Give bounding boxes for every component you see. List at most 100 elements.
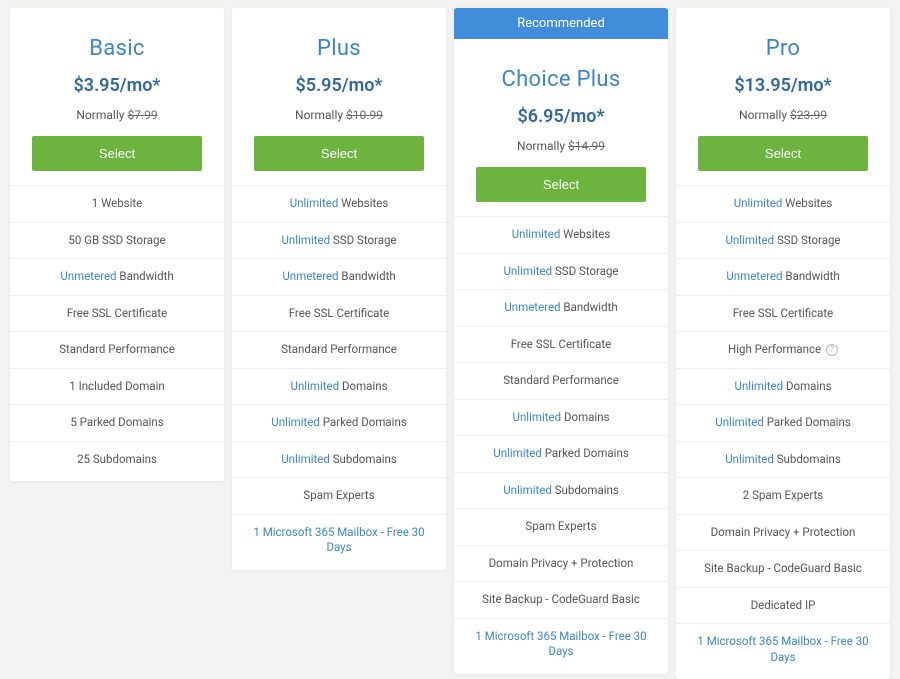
plan-card-choice-plus: RecommendedChoice Plus$6.95/mo*Normally … xyxy=(454,8,668,674)
feature-text: Subdomains xyxy=(552,483,619,497)
feature-highlight: Unmetered xyxy=(60,269,116,283)
feature-highlight-full: 1 Microsoft 365 Mailbox - Free 30 Days xyxy=(697,634,868,664)
feature-text: Domains xyxy=(783,379,831,393)
plan-normal-price: Normally $23.99 xyxy=(690,108,876,122)
feature-text: Parked Domains xyxy=(764,415,851,429)
select-button[interactable]: Select xyxy=(32,136,202,171)
feature-list: Unlimited WebsitesUnlimited SSD StorageU… xyxy=(232,185,446,570)
feature-item: Site Backup - CodeGuard Basic xyxy=(454,581,668,618)
plan-price: $13.95/mo* xyxy=(690,75,876,96)
feature-item: Unmetered Bandwidth xyxy=(10,258,224,295)
plan-card-basic: Basic$3.95/mo*Normally $7.99Select1 Webs… xyxy=(10,8,224,481)
feature-highlight: Unlimited xyxy=(725,452,774,466)
plan-price: $5.95/mo* xyxy=(246,75,432,96)
feature-item: 1 Microsoft 365 Mailbox - Free 30 Days xyxy=(454,618,668,670)
feature-item: Unlimited Subdomains xyxy=(232,441,446,478)
plan-normal-price: Normally $7.99 xyxy=(24,108,210,122)
feature-item: Unlimited Domains xyxy=(454,399,668,436)
feature-text: Free SSL Certificate xyxy=(289,306,390,320)
feature-item: Standard Performance xyxy=(454,362,668,399)
normally-label: Normally xyxy=(517,139,565,153)
normally-label: Normally xyxy=(76,108,124,122)
feature-text: 2 Spam Experts xyxy=(743,488,823,502)
feature-highlight: Unlimited xyxy=(512,227,561,241)
feature-text: Site Backup - CodeGuard Basic xyxy=(482,592,640,606)
feature-item: Unlimited Websites xyxy=(676,185,890,222)
normal-price-value: $23.99 xyxy=(790,108,827,122)
plan-card-plus: Plus$5.95/mo*Normally $10.99SelectUnlimi… xyxy=(232,8,446,570)
feature-item: Unlimited Parked Domains xyxy=(232,404,446,441)
feature-text: Domain Privacy + Protection xyxy=(489,556,634,570)
feature-highlight: Unlimited xyxy=(281,452,330,466)
feature-text: Standard Performance xyxy=(59,342,175,356)
feature-item: Unlimited Domains xyxy=(676,368,890,405)
normal-price-value: $7.99 xyxy=(127,108,157,122)
feature-highlight-full: 1 Microsoft 365 Mailbox - Free 30 Days xyxy=(475,629,646,659)
feature-item: Unlimited SSD Storage xyxy=(454,253,668,290)
feature-highlight: Unmetered xyxy=(282,269,338,283)
feature-item: Unmetered Bandwidth xyxy=(454,289,668,326)
plan-head: Pro $13.95/mo* Normally $23.99 Select xyxy=(676,8,890,185)
plan-price: $3.95/mo* xyxy=(24,75,210,96)
feature-item: Dedicated IP xyxy=(676,587,890,624)
feature-text: Free SSL Certificate xyxy=(511,337,612,351)
feature-list: Unlimited WebsitesUnlimited SSD StorageU… xyxy=(676,185,890,679)
feature-text: Subdomains xyxy=(330,452,397,466)
feature-text: 1 Included Domain xyxy=(69,379,164,393)
feature-highlight: Unlimited xyxy=(281,233,330,247)
feature-item: Unlimited Websites xyxy=(232,185,446,222)
feature-item: Unlimited Websites xyxy=(454,216,668,253)
plan-head: Choice Plus$6.95/mo*Normally $14.99Selec… xyxy=(454,39,668,216)
feature-item: Spam Experts xyxy=(232,477,446,514)
select-button[interactable]: Select xyxy=(254,136,424,171)
feature-text: Standard Performance xyxy=(281,342,397,356)
feature-list: 1 Website 50 GB SSD Storage Unmetered Band… xyxy=(10,185,224,481)
feature-text: SSD Storage xyxy=(330,233,396,247)
select-button[interactable]: Select xyxy=(698,136,868,171)
feature-list: Unlimited WebsitesUnlimited SSD StorageU… xyxy=(454,216,668,674)
feature-highlight: Unlimited xyxy=(290,379,339,393)
feature-highlight: Unlimited xyxy=(271,415,320,429)
feature-highlight: Unmetered xyxy=(504,300,560,314)
feature-item: 50 GB SSD Storage xyxy=(10,222,224,259)
plan-name: Pro xyxy=(690,36,876,61)
feature-item: Standard Performance xyxy=(232,331,446,368)
plan-head: Basic$3.95/mo*Normally $7.99Select xyxy=(10,8,224,185)
feature-text: Bandwidth xyxy=(561,300,618,314)
feature-text: Bandwidth xyxy=(783,269,840,283)
feature-item: 1 Microsoft 365 Mailbox - Free 30 Days xyxy=(232,514,446,566)
plan-head: Plus$5.95/mo*Normally $10.99Select xyxy=(232,8,446,185)
feature-item: 1 Included Domain xyxy=(10,368,224,405)
feature-text: 50 GB SSD Storage xyxy=(68,233,165,247)
feature-item: Unlimited SSD Storage xyxy=(232,222,446,259)
feature-highlight: Unlimited xyxy=(290,196,339,210)
feature-text: Subdomains xyxy=(774,452,841,466)
feature-text: Parked Domains xyxy=(542,446,629,460)
feature-item: Unlimited Subdomains xyxy=(454,472,668,509)
feature-item: 25 Subdomains xyxy=(10,441,224,478)
plan-normal-price: Normally $10.99 xyxy=(246,108,432,122)
feature-text: Spam Experts xyxy=(303,488,374,502)
feature-item: Domain Privacy + Protection xyxy=(676,514,890,551)
feature-highlight: Unlimited xyxy=(512,410,561,424)
pricing-grid: Basic$3.95/mo*Normally $7.99Select1 Webs… xyxy=(10,8,890,679)
feature-item: Free SSL Certificate xyxy=(454,326,668,363)
feature-highlight: Unmetered xyxy=(726,269,782,283)
recommended-banner: Recommended xyxy=(454,8,668,39)
normal-price-value: $14.99 xyxy=(568,139,605,153)
feature-text: 1 Website xyxy=(92,196,143,210)
normally-label: Normally xyxy=(295,108,343,122)
feature-text: Site Backup - CodeGuard Basic xyxy=(704,561,862,575)
feature-item: Free SSL Certificate xyxy=(10,295,224,332)
feature-highlight: Unlimited xyxy=(725,233,774,247)
feature-text: Standard Performance xyxy=(503,373,619,387)
plan-normal-price: Normally $14.99 xyxy=(468,139,654,153)
select-button[interactable]: Select xyxy=(476,167,646,202)
info-icon[interactable]: ? xyxy=(826,344,838,356)
feature-highlight: Unlimited xyxy=(734,379,783,393)
feature-item: Free SSL Certificate xyxy=(232,295,446,332)
feature-item: 5 Parked Domains xyxy=(10,404,224,441)
feature-highlight: Unlimited xyxy=(503,483,552,497)
feature-text: Bandwidth xyxy=(117,269,174,283)
feature-item: Unlimited Domains xyxy=(232,368,446,405)
